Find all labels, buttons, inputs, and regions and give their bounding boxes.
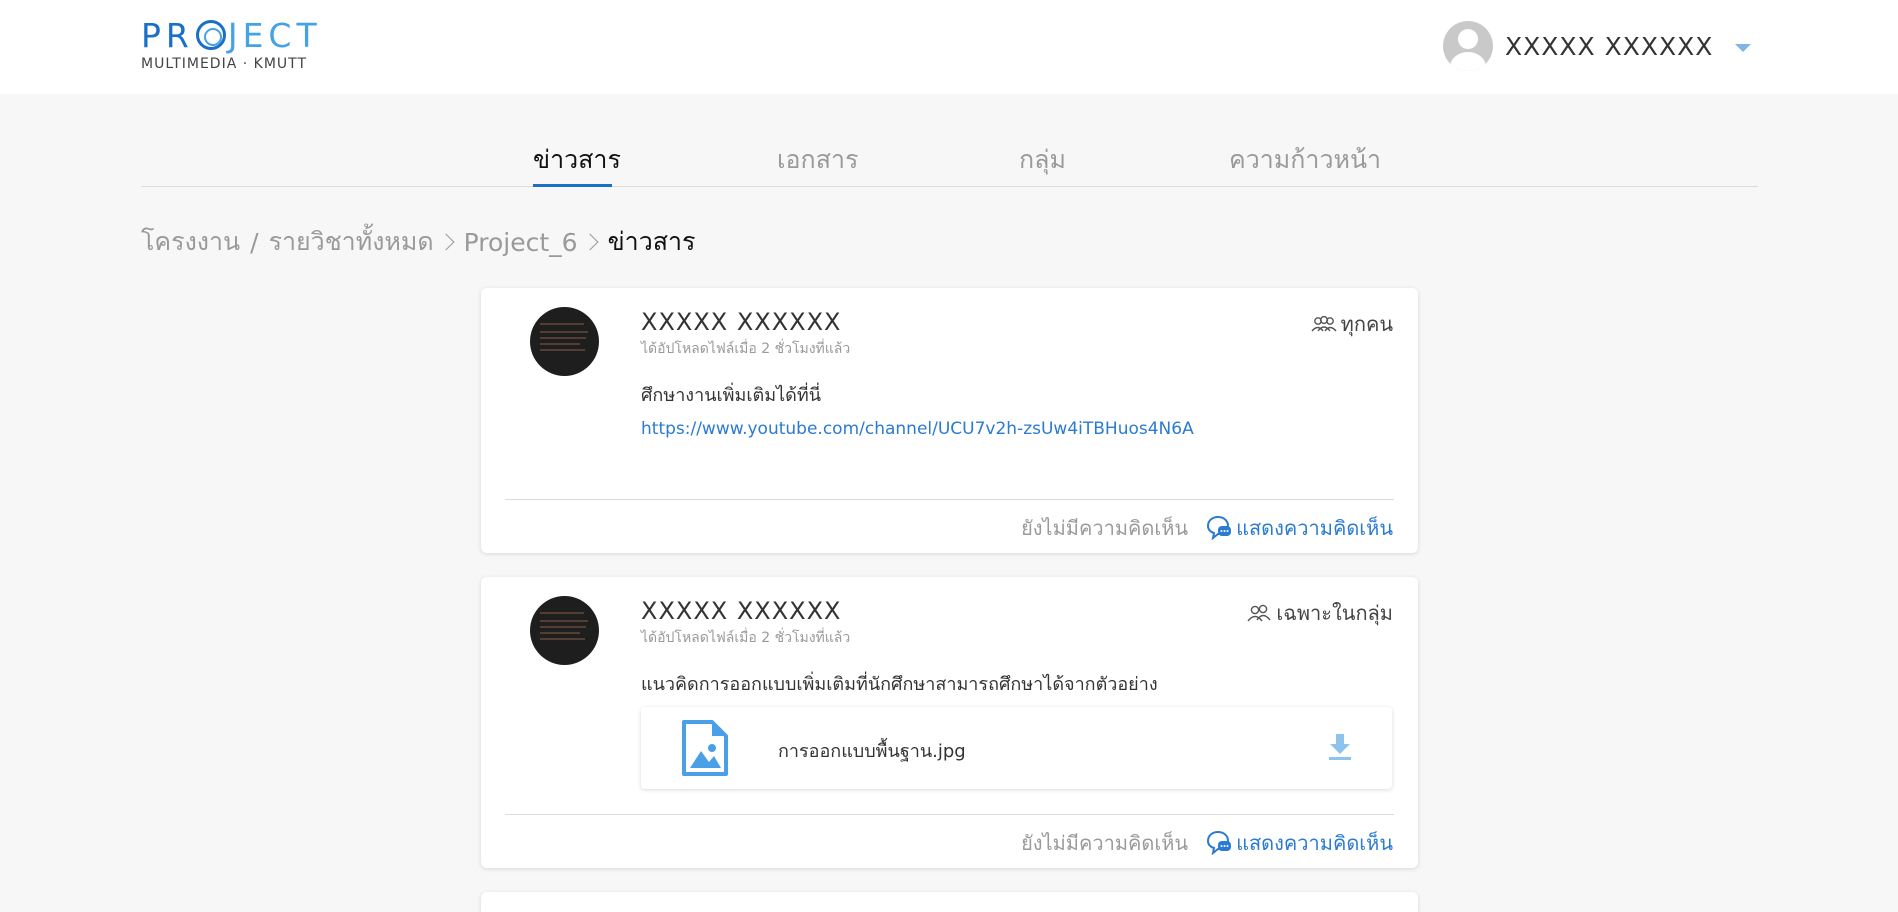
tab-bar: ข่าวสาร เอกสาร กลุ่ม ความก้าวหน้า — [141, 140, 1758, 187]
comment-icon — [1207, 516, 1232, 540]
chevron-right-icon — [437, 233, 455, 251]
news-post: XXXXX XXXXXX ได้อัปโหลดไฟล์เมื่อ 2 ชั่วโ… — [481, 288, 1418, 553]
post-audience: ทุกคน — [1311, 308, 1393, 340]
tab-progress[interactable]: ความก้าวหน้า — [1229, 140, 1381, 186]
breadcrumb-current: ข่าวสาร — [607, 227, 696, 256]
chevron-down-icon[interactable] — [1735, 44, 1752, 52]
post-audience: เฉพาะในกลุ่ม — [1246, 597, 1393, 629]
author-avatar[interactable] — [530, 596, 599, 665]
tab-news[interactable]: ข่าวสาร — [533, 140, 621, 187]
show-comments-label[interactable]: แสดงความคิดเห็น — [1236, 827, 1393, 859]
attachment-file-name[interactable]: การออกแบบพื้นฐาน.jpg — [778, 736, 966, 765]
audience-label: เฉพาะในกลุ่ม — [1276, 601, 1393, 625]
news-post-partial — [481, 892, 1418, 912]
no-comments-text: ยังไม่มีความคิดเห็น — [1021, 516, 1189, 540]
audience-label: ทุกคน — [1340, 312, 1393, 336]
show-comments-label[interactable]: แสดงความคิดเห็น — [1236, 512, 1393, 544]
breadcrumb: โครงงาน / รายวิชาทั้งหมด Project_6 ข่าวส… — [141, 222, 695, 262]
post-divider — [505, 499, 1394, 500]
post-footer: ยังไม่มีความคิดเห็น แสดงความคิดเห็น — [1021, 827, 1393, 859]
post-footer: ยังไม่มีความคิดเห็น แสดงความคิดเห็น — [1021, 512, 1393, 544]
post-author: XXXXX XXXXXX — [641, 597, 842, 625]
tab-groups[interactable]: กลุ่ม — [1019, 140, 1066, 186]
user-menu[interactable]: XXXXX XXXXXX — [1443, 21, 1752, 71]
comment-icon — [1207, 831, 1232, 855]
post-author: XXXXX XXXXXX — [641, 308, 842, 336]
post-text: แนวคิดการออกแบบเพิ่มเติมที่นักศึกษาสามาร… — [641, 674, 1158, 695]
no-comments-text: ยังไม่มีความคิดเห็น — [1021, 831, 1189, 855]
post-text: ศึกษางานเพิ่มเติมได้ที่นี่ — [641, 385, 821, 406]
breadcrumb-all-courses[interactable]: รายวิชาทั้งหมด — [269, 222, 434, 262]
user-name[interactable]: XXXXX XXXXXX — [1505, 32, 1713, 61]
show-comments-button[interactable]: แสดงความคิดเห็น — [1206, 827, 1393, 859]
image-file-icon — [682, 720, 728, 776]
post-timestamp: ได้อัปโหลดไฟล์เมื่อ 2 ชั่วโมงที่แล้ว — [641, 341, 851, 357]
download-icon[interactable] — [1328, 733, 1352, 761]
show-comments-button[interactable]: แสดงความคิดเห็น — [1206, 512, 1393, 544]
two-users-icon — [1247, 604, 1271, 622]
breadcrumb-slash: / — [250, 227, 259, 257]
tab-documents[interactable]: เอกสาร — [777, 140, 858, 186]
post-link[interactable]: https://www.youtube.com/channel/UCU7v2h-… — [641, 419, 1194, 439]
user-avatar-icon[interactable] — [1443, 21, 1493, 71]
news-post: XXXXX XXXXXX ได้อัปโหลดไฟล์เมื่อ 2 ชั่วโ… — [481, 577, 1418, 868]
top-header: PR JECT MULTIMEDIA · KMUTT XXXXX XXXXXX — [0, 0, 1898, 94]
logo-wordmark: PR JECT — [141, 16, 322, 55]
post-divider — [505, 814, 1394, 815]
post-timestamp: ได้อัปโหลดไฟล์เมื่อ 2 ชั่วโมงที่แล้ว — [641, 630, 851, 646]
logo-ring-icon — [195, 20, 226, 50]
author-avatar[interactable] — [530, 307, 599, 376]
breadcrumb-projects[interactable]: โครงงาน — [141, 222, 240, 262]
logo-subtitle: MULTIMEDIA · KMUTT — [141, 56, 308, 72]
attachment-card[interactable]: การออกแบบพื้นฐาน.jpg — [641, 707, 1392, 789]
group-icon — [1311, 315, 1337, 332]
chevron-right-icon — [581, 233, 599, 251]
project-logo[interactable]: PR JECT MULTIMEDIA · KMUTT — [141, 16, 322, 73]
breadcrumb-project[interactable]: Project_6 — [464, 228, 578, 257]
